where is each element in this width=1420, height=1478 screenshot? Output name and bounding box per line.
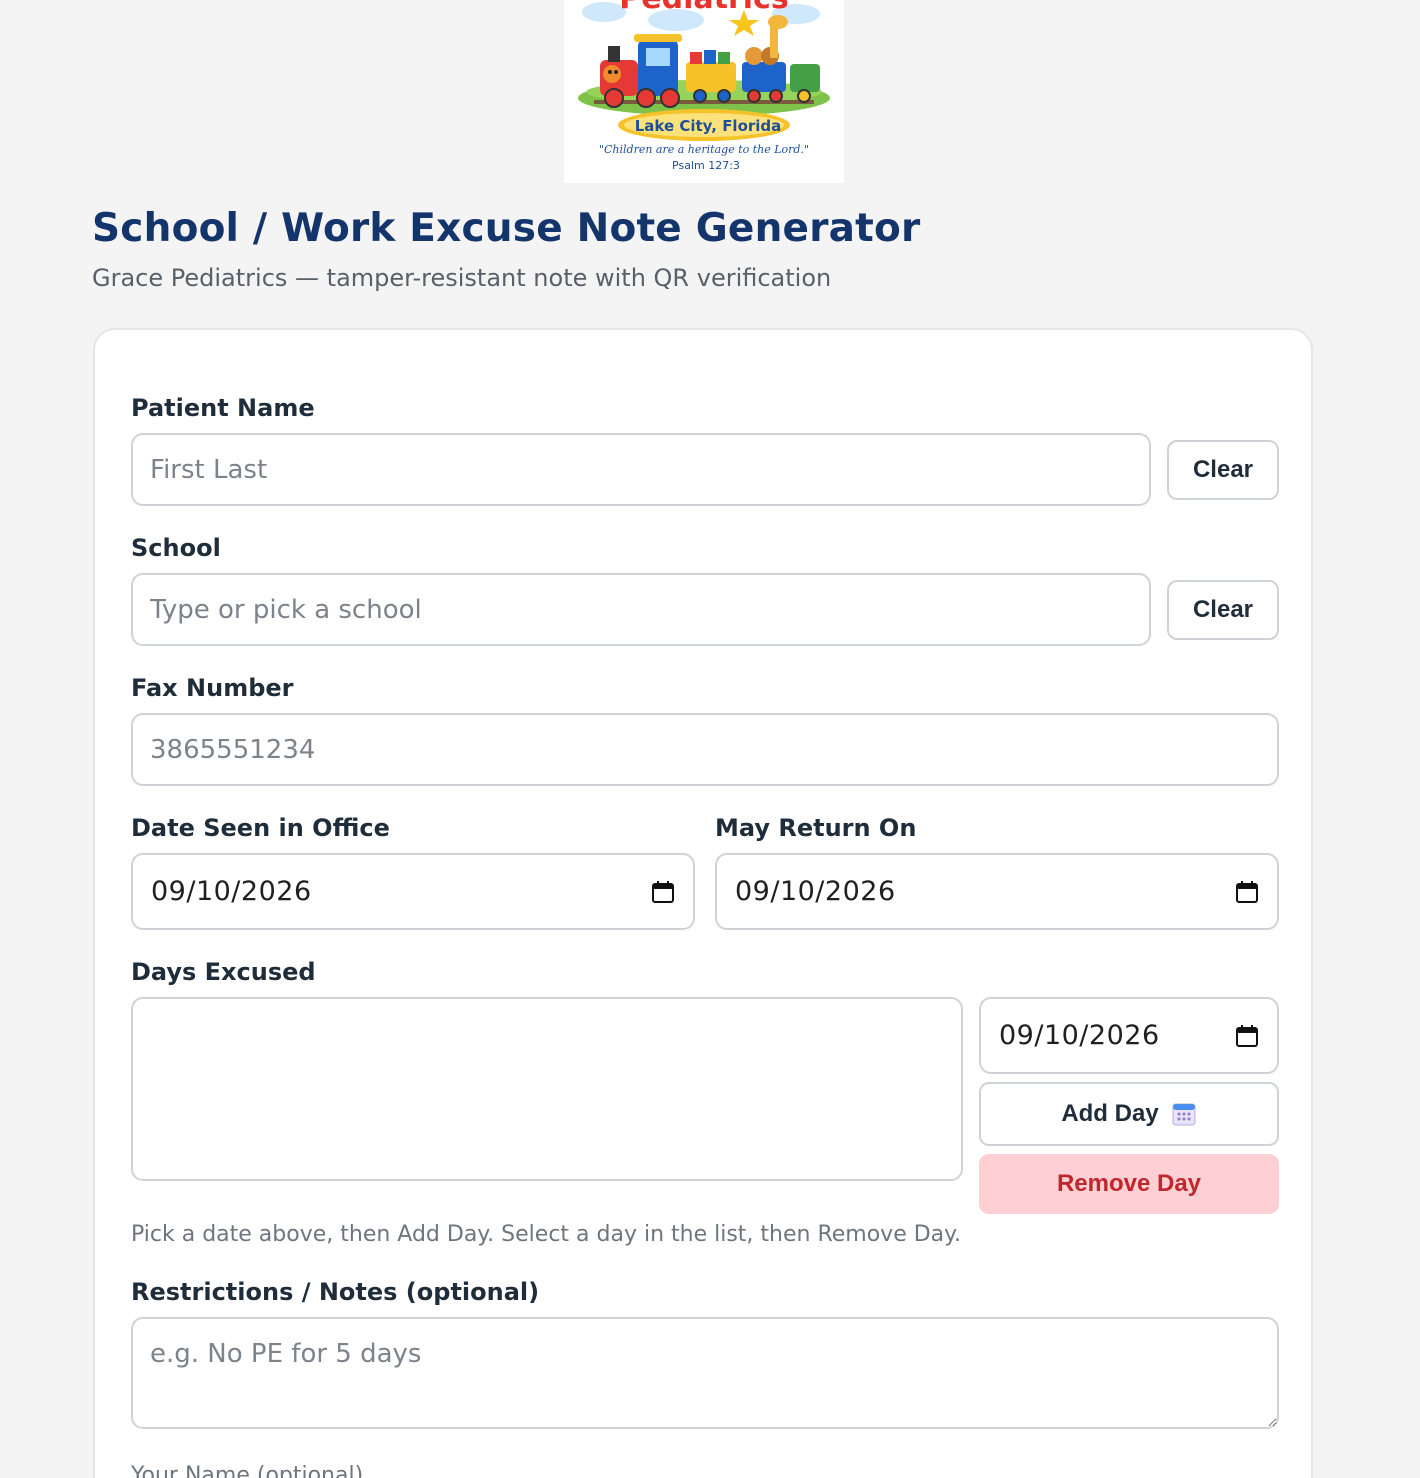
page: Pediatrics — [0, 0, 1420, 1478]
add-day-button[interactable]: Add Day — [979, 1082, 1279, 1146]
date-seen-label: Date Seen in Office — [131, 814, 390, 842]
clear-school-label: Clear — [1192, 596, 1254, 623]
your-name-label: Your Name (optional) — [131, 1463, 364, 1478]
logo-title-text: Pediatrics — [619, 0, 788, 16]
clear-patient-name-button[interactable]: Clear — [1167, 440, 1279, 500]
days-excused-hint: Pick a date above, then Add Day. Select … — [131, 1222, 962, 1247]
day-picker-input[interactable]: 09/10/2026 — [979, 997, 1279, 1074]
school-input[interactable] — [131, 573, 1151, 646]
remove-day-label: Remove Day — [1056, 1170, 1202, 1197]
remove-day-button[interactable]: Remove Day — [979, 1154, 1279, 1214]
clinic-logo: Pediatrics — [564, 0, 844, 183]
logo-artwork: Pediatrics — [578, 0, 830, 172]
return-on-value: 09/10/2026 — [735, 876, 896, 907]
calendar-icon[interactable] — [1235, 880, 1259, 904]
calendar-icon[interactable] — [1235, 1024, 1259, 1048]
day-picker-value: 09/10/2026 — [999, 1020, 1160, 1051]
days-excused-label: Days Excused — [131, 958, 316, 986]
clear-patient-name-label: Clear — [1192, 456, 1254, 483]
date-seen-input[interactable]: 09/10/2026 — [131, 853, 695, 930]
patient-name-label: Patient Name — [131, 394, 315, 422]
logo-verse-text: "Children are a heritage to the Lord." — [599, 143, 809, 156]
days-excused-list[interactable] — [131, 997, 963, 1181]
fax-number-label: Fax Number — [131, 674, 294, 702]
add-day-label: Add Day — [1061, 1100, 1159, 1127]
fax-number-input[interactable] — [131, 713, 1279, 786]
page-subtitle: Grace Pediatrics — tamper-resistant note… — [92, 264, 832, 292]
calendar-emoji-icon — [1172, 1103, 1196, 1126]
school-label: School — [131, 534, 221, 562]
logo-verse-ref-text: Psalm 127:3 — [672, 159, 740, 172]
calendar-icon[interactable] — [651, 880, 675, 904]
return-on-input[interactable]: 09/10/2026 — [715, 853, 1279, 930]
logo-location-text: Lake City, Florida — [635, 117, 782, 135]
notes-label: Restrictions / Notes (optional) — [131, 1278, 540, 1306]
page-title: School / Work Excuse Note Generator — [92, 206, 921, 251]
patient-name-input[interactable] — [131, 433, 1151, 506]
date-seen-value: 09/10/2026 — [151, 876, 312, 907]
clear-school-button[interactable]: Clear — [1167, 580, 1279, 640]
return-on-label: May Return On — [715, 814, 917, 842]
form-card: Patient Name Clear School Clear Fax Numb… — [93, 328, 1313, 1478]
notes-textarea[interactable] — [131, 1317, 1279, 1429]
